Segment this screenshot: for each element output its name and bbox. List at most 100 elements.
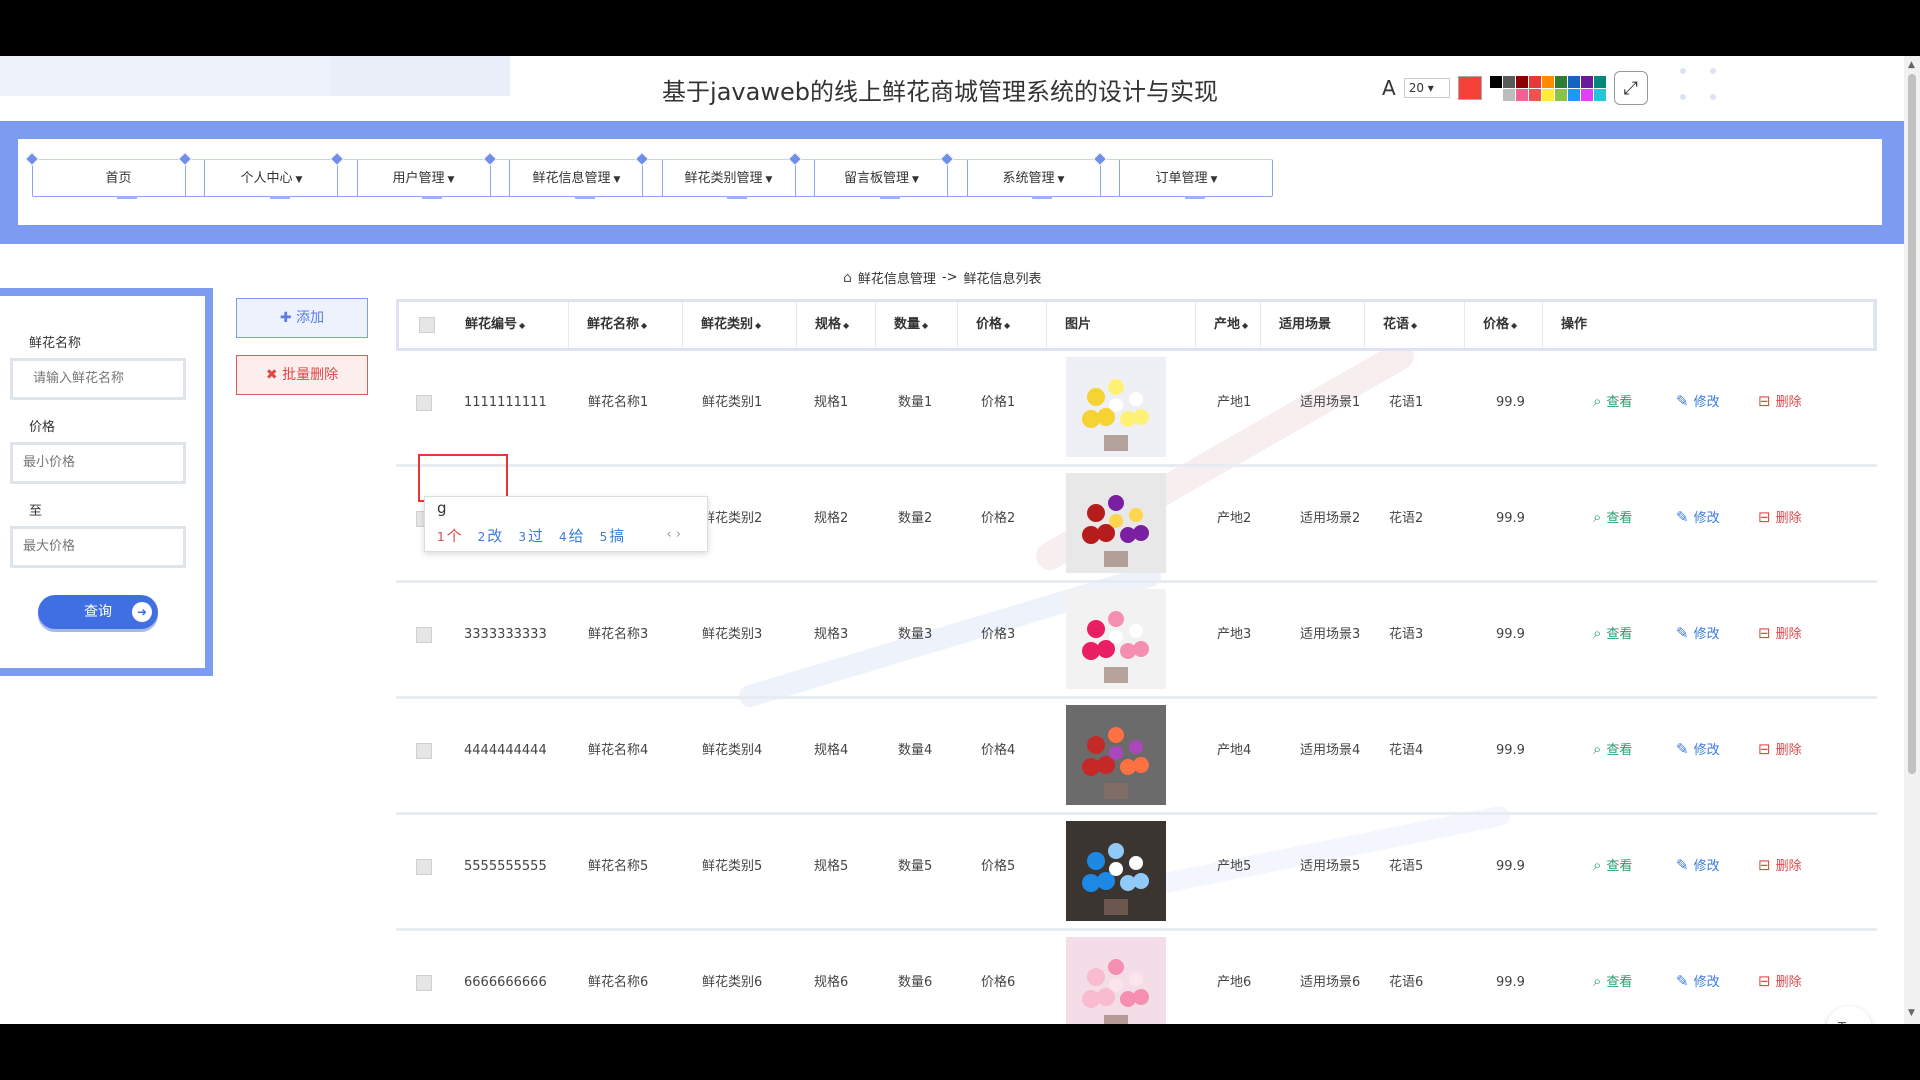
palette-swatch[interactable] (1489, 88, 1502, 101)
view-button[interactable]: ⌕ 查看 (1593, 971, 1632, 991)
palette-swatch[interactable] (1554, 88, 1567, 101)
nav-item[interactable]: 鲜花类别管理 ▼ (634, 151, 815, 199)
sort-icon[interactable]: ◆ (1004, 321, 1010, 330)
sort-icon[interactable]: ◆ (922, 321, 928, 330)
nav-item[interactable]: 系统管理 ▼ (939, 151, 1120, 199)
row-checkbox[interactable] (416, 743, 432, 759)
name-label: 鲜花名称 (29, 336, 82, 351)
scroll-down-icon[interactable]: ▼ (1908, 1008, 1915, 1018)
view-button[interactable]: ⌕ 查看 (1593, 507, 1632, 527)
row-checkbox[interactable] (416, 627, 432, 643)
view-button[interactable]: ⌕ 查看 (1593, 391, 1632, 411)
row-checkbox[interactable] (416, 859, 432, 875)
ime-candidate[interactable]: 3过 (518, 525, 543, 546)
batch-delete-button[interactable]: ✖ 批量删除 (236, 355, 368, 395)
sort-icon[interactable]: ◆ (641, 321, 647, 330)
palette-swatch[interactable] (1541, 88, 1554, 101)
column-header[interactable]: 价格 ◆ (1465, 302, 1543, 348)
expand-icon[interactable]: ⤢ (1613, 71, 1648, 105)
palette-swatch[interactable] (1541, 75, 1554, 88)
nav-item[interactable]: 留言板管理 ▼ (787, 151, 968, 199)
breadcrumb-section[interactable]: 鲜花信息管理 (858, 268, 936, 287)
sort-icon[interactable]: ◆ (755, 321, 761, 330)
nav-item[interactable]: 个人中心 ▼ (177, 151, 358, 199)
column-header[interactable]: 花语 ◆ (1365, 302, 1465, 348)
palette-swatch[interactable] (1580, 88, 1593, 101)
palette-swatch[interactable] (1528, 75, 1541, 88)
home-icon[interactable]: ⌂ (843, 270, 852, 286)
nav-item[interactable]: 用户管理 ▼ (329, 151, 510, 199)
palette-swatch[interactable] (1515, 88, 1528, 101)
column-header[interactable]: 鲜花类别 ◆ (683, 302, 797, 348)
edit-button[interactable]: ✎ 修改 (1676, 507, 1720, 527)
font-icon[interactable]: A (1382, 76, 1396, 100)
edit-button[interactable]: ✎ 修改 (1676, 971, 1720, 991)
scrollbar-thumb[interactable] (1908, 74, 1916, 774)
sort-icon[interactable]: ◆ (1411, 321, 1417, 330)
nav-item[interactable]: 订单管理 ▼ (1092, 151, 1273, 199)
cell-name: 鲜花名称6 (588, 975, 649, 990)
edit-button[interactable]: ✎ 修改 (1676, 623, 1720, 643)
cell-price: 99.9 (1496, 859, 1525, 874)
nav-item[interactable]: 首页 (24, 151, 205, 199)
palette-swatch[interactable] (1502, 88, 1515, 101)
query-button[interactable]: 查询 ➜ (38, 595, 158, 629)
palette-swatch[interactable] (1593, 88, 1606, 101)
palette-swatch[interactable] (1528, 88, 1541, 101)
palette-swatch[interactable] (1567, 75, 1580, 88)
ime-candidate[interactable]: 5搞 (600, 525, 625, 546)
name-search-input[interactable]: 请输入鲜花名称 (10, 358, 186, 400)
cell-language: 花语4 (1389, 743, 1424, 758)
add-button[interactable]: ✚ 添加 (236, 298, 368, 338)
view-button[interactable]: ⌕ 查看 (1593, 855, 1632, 875)
palette-swatch[interactable] (1502, 75, 1515, 88)
current-color-swatch[interactable] (1457, 76, 1482, 100)
caret-down-icon: ▼ (295, 175, 303, 185)
font-size-select[interactable]: 20 ▾ (1403, 78, 1450, 98)
column-header[interactable]: 规格 ◆ (797, 302, 876, 348)
sort-icon[interactable]: ◆ (519, 321, 525, 330)
edit-button[interactable]: ✎ 修改 (1676, 855, 1720, 875)
flower-image (1066, 589, 1166, 689)
sort-icon[interactable]: ◆ (1242, 321, 1248, 330)
min-price-input[interactable]: 最小价格 (10, 442, 186, 484)
max-price-input[interactable]: 最大价格 (10, 526, 186, 568)
sort-icon[interactable]: ◆ (1511, 321, 1517, 330)
column-header[interactable]: 产地 ◆ (1196, 302, 1261, 348)
delete-button[interactable]: ⊟ 删除 (1758, 971, 1802, 991)
sort-icon[interactable]: ◆ (843, 321, 849, 330)
column-header[interactable]: 鲜花编号 ◆ (447, 302, 569, 348)
ime-page-arrows[interactable]: ‹ › (666, 527, 681, 542)
ime-candidate[interactable]: 2改 (478, 525, 503, 546)
palette-swatch[interactable] (1489, 75, 1502, 88)
scroll-up-icon[interactable]: ▲ (1908, 60, 1915, 70)
delete-button[interactable]: ⊟ 删除 (1758, 391, 1802, 411)
view-button[interactable]: ⌕ 查看 (1593, 739, 1632, 759)
view-button[interactable]: ⌕ 查看 (1593, 623, 1632, 643)
column-header[interactable]: 数量 ◆ (876, 302, 958, 348)
delete-button[interactable]: ⊟ 删除 (1758, 739, 1802, 759)
palette-swatch[interactable] (1567, 88, 1580, 101)
ime-candidate[interactable]: 1个 (437, 525, 462, 546)
caret-down-icon: ▼ (1210, 175, 1218, 185)
palette-swatch[interactable] (1580, 75, 1593, 88)
select-all-checkbox[interactable] (419, 317, 435, 333)
view-icon: ⌕ (1593, 855, 1602, 874)
delete-button[interactable]: ⊟ 删除 (1758, 855, 1802, 875)
row-checkbox[interactable] (416, 395, 432, 411)
price-label: 价格 (29, 420, 56, 435)
scrollbar[interactable]: ▲ ▼ (1904, 56, 1920, 1024)
palette-swatch[interactable] (1515, 75, 1528, 88)
column-header[interactable]: 价格 ◆ (958, 302, 1047, 348)
delete-button[interactable]: ⊟ 删除 (1758, 623, 1802, 643)
row-checkbox[interactable] (416, 975, 432, 991)
palette-swatch[interactable] (1593, 75, 1606, 88)
ime-candidate[interactable]: 4给 (559, 525, 584, 546)
edit-button[interactable]: ✎ 修改 (1676, 739, 1720, 759)
column-header[interactable]: 鲜花名称 ◆ (569, 302, 683, 348)
palette-swatch[interactable] (1554, 75, 1567, 88)
delete-button[interactable]: ⊟ 删除 (1758, 507, 1802, 527)
edit-button[interactable]: ✎ 修改 (1676, 391, 1720, 411)
nav-item[interactable]: 鲜花信息管理 ▼ (482, 151, 663, 199)
delete-icon: ⊟ (1758, 971, 1771, 990)
